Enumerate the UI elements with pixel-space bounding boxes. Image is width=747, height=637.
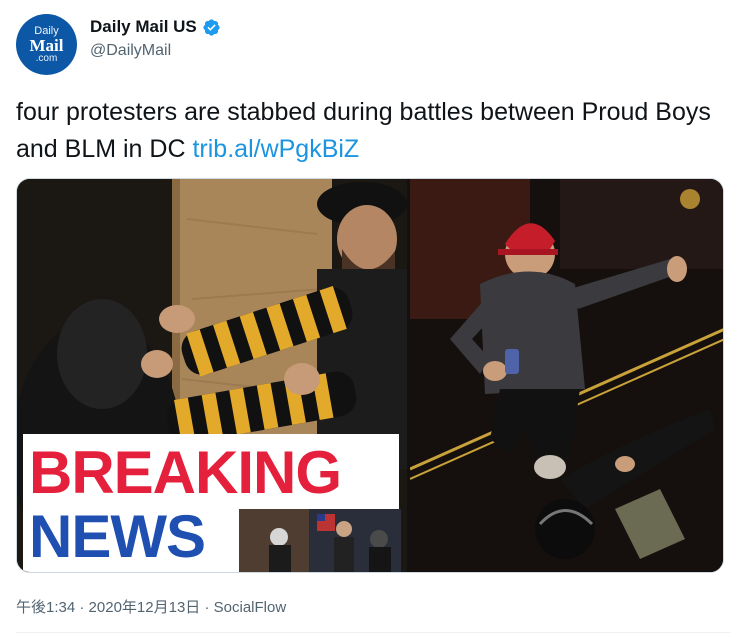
tweet-date[interactable]: 2020年12月13日 bbox=[89, 599, 201, 616]
account-handle[interactable]: @DailyMail bbox=[90, 42, 171, 60]
tweet-source[interactable]: SocialFlow bbox=[214, 599, 287, 616]
tweet-time[interactable]: 午後1:34 bbox=[16, 599, 75, 616]
avatar-line-2: Mail bbox=[29, 35, 64, 55]
tweet-meta: 午後1:34 · 2020年12月13日 · SocialFlow bbox=[16, 596, 286, 617]
tweet-link[interactable]: trib.al/wPgkBiZ bbox=[192, 135, 359, 163]
avatar-line-3: .com bbox=[35, 52, 58, 64]
divider bbox=[16, 632, 731, 633]
news-label: NEWS bbox=[29, 503, 206, 570]
display-name[interactable]: Daily Mail US bbox=[90, 17, 197, 37]
media-left-photo: BREAKING NEWS bbox=[17, 179, 407, 572]
tweet-text: four protesters are stabbed during battl… bbox=[16, 94, 716, 168]
avatar[interactable]: Daily Mail .com bbox=[16, 14, 77, 75]
tweet-media[interactable]: BREAKING NEWS bbox=[16, 178, 724, 573]
avatar-line-1: Daily bbox=[34, 24, 59, 37]
meta-separator: · bbox=[204, 599, 210, 616]
media-inset-photo bbox=[239, 509, 401, 572]
verified-badge-icon bbox=[203, 18, 220, 36]
breaking-label: BREAKING bbox=[29, 439, 342, 506]
author-name-row: Daily Mail US bbox=[90, 17, 221, 37]
tweet-body: four protesters are stabbed during battl… bbox=[16, 98, 711, 163]
media-right-photo bbox=[410, 179, 723, 572]
meta-separator: · bbox=[79, 599, 85, 616]
